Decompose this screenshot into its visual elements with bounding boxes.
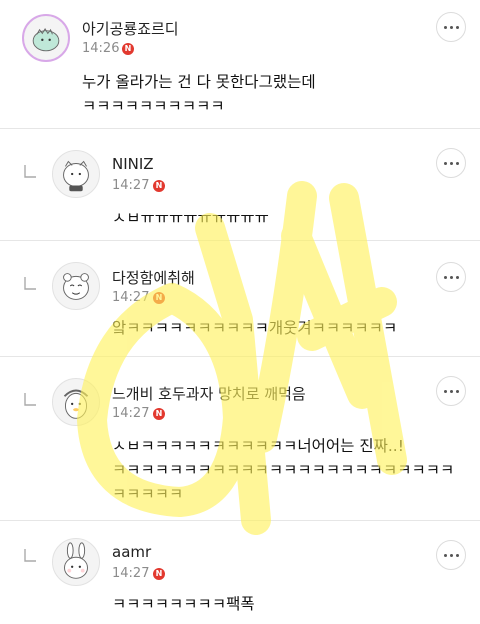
- more-options-button[interactable]: [436, 376, 466, 406]
- new-badge: N: [153, 408, 165, 420]
- comment-item: NINIZ 14:27 N ㅅㅂㅠㅠㅠㅠㅠㅠㅠㅠㅠ: [0, 128, 480, 240]
- comment-text: ㅋㅋㅋㅋㅋㅋㅋㅋ팩폭: [112, 595, 255, 613]
- more-dot-icon: [456, 390, 459, 393]
- reply-arrow-icon: [24, 164, 36, 178]
- comment-text: ㅅㅂㅋㅋㅋㅋㅋㅋㅋㅋㅋㅋㅋ너어어는 진짜..! ㅋㅋㅋㅋㅋㅋㅋㅋㅋㅋㅋㅋㅋㅋㅋㅋ…: [112, 437, 455, 503]
- comment-text: ㅅㅂㅠㅠㅠㅠㅠㅠㅠㅠㅠ: [112, 209, 269, 227]
- comment-text: 누가 올라가는 건 다 못한다그랬는데 ㅋㅋㅋㅋㅋㅋㅋㅋㅋㅋ: [82, 73, 316, 115]
- new-badge: N: [153, 180, 165, 192]
- comment-item: aamr 14:27 N ㅋㅋㅋㅋㅋㅋㅋㅋ팩폭: [0, 520, 480, 624]
- more-dot-icon: [450, 26, 453, 29]
- more-options-button[interactable]: [436, 148, 466, 178]
- more-options-button[interactable]: [436, 540, 466, 570]
- character-avatar-icon: [63, 389, 89, 419]
- more-dot-icon: [456, 162, 459, 165]
- character-avatar-icon: [63, 273, 89, 300]
- more-dot-icon: [444, 390, 447, 393]
- more-dot-icon: [444, 276, 447, 279]
- reply-arrow-icon: [24, 548, 36, 562]
- bunny-avatar-icon: [64, 542, 88, 579]
- avatar[interactable]: [52, 262, 100, 310]
- new-badge: N: [153, 568, 165, 580]
- new-badge: N: [122, 43, 134, 55]
- niniz-avatar-icon: [63, 160, 89, 192]
- more-options-button[interactable]: [436, 262, 466, 292]
- reply-arrow-icon: [24, 392, 36, 406]
- comment-item: 아기공룡죠르디 14:26 N 누가 올라가는 건 다 못한다그랬는데 ㅋㅋㅋㅋ…: [0, 0, 480, 128]
- timestamp: 14:27: [112, 566, 150, 581]
- more-dot-icon: [450, 554, 453, 557]
- more-dot-icon: [444, 26, 447, 29]
- comment-text: 앜ㅋㅋㅋㅋㅋㅋㅋㅋㅋㅋ개웃겨ㅋㅋㅋㅋㅋㅋ: [112, 319, 398, 337]
- nickname[interactable]: NINIZ: [112, 155, 154, 173]
- more-dot-icon: [444, 162, 447, 165]
- nickname[interactable]: aamr: [112, 543, 151, 561]
- more-dot-icon: [450, 390, 453, 393]
- more-options-button[interactable]: [436, 12, 466, 42]
- avatar[interactable]: [52, 150, 100, 198]
- comment-item: 다정함에취해 14:27 N 앜ㅋㅋㅋㅋㅋㅋㅋㅋㅋㅋ개웃겨ㅋㅋㅋㅋㅋㅋ: [0, 240, 480, 356]
- new-badge: N: [153, 292, 165, 304]
- more-dot-icon: [456, 276, 459, 279]
- timestamp: 14:27: [112, 178, 150, 193]
- more-dot-icon: [450, 162, 453, 165]
- comment-item: 느개비 호두과자 망치로 깨먹음 14:27 N ㅅㅂㅋㅋㅋㅋㅋㅋㅋㅋㅋㅋㅋ너어…: [0, 356, 480, 520]
- more-dot-icon: [456, 554, 459, 557]
- timestamp: 14:26: [82, 41, 120, 56]
- more-dot-icon: [450, 276, 453, 279]
- more-dot-icon: [444, 554, 447, 557]
- avatar[interactable]: [52, 538, 100, 586]
- timestamp: 14:27: [112, 406, 150, 421]
- jordy-avatar-icon: [32, 27, 60, 52]
- reply-arrow-icon: [24, 276, 36, 290]
- nickname[interactable]: 느개비 호두과자 망치로 깨먹음: [112, 383, 306, 404]
- nickname[interactable]: 아기공룡죠르디: [82, 18, 179, 39]
- more-dot-icon: [456, 26, 459, 29]
- avatar[interactable]: [22, 14, 70, 62]
- nickname[interactable]: 다정함에취해: [112, 267, 195, 288]
- avatar[interactable]: [52, 378, 100, 426]
- timestamp: 14:27: [112, 290, 150, 305]
